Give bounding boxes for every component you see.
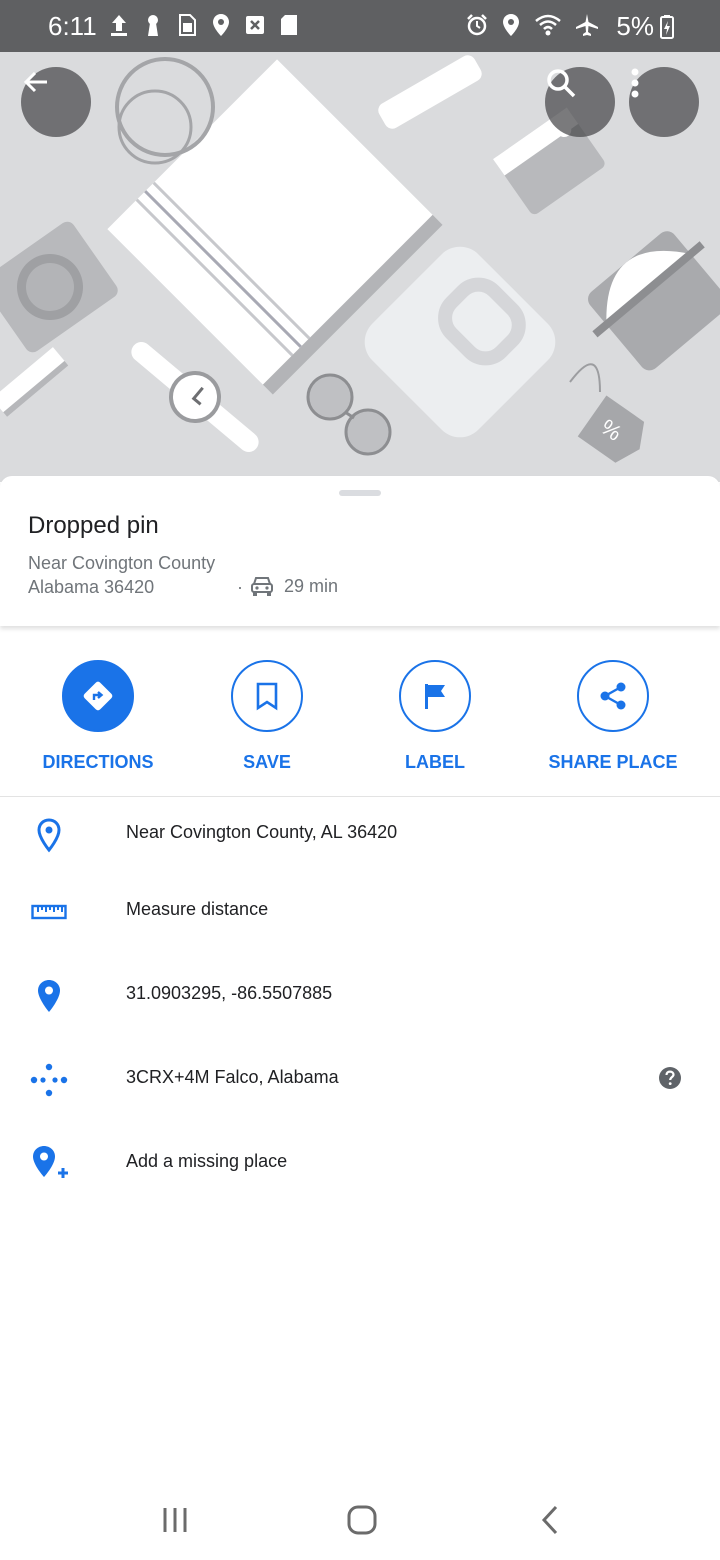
search-button[interactable]	[545, 67, 615, 137]
status-time: 6:11	[48, 11, 97, 41]
search-icon	[547, 69, 576, 98]
system-nav-bar	[0, 1480, 720, 1560]
alarm-icon	[467, 14, 487, 36]
save-button[interactable]: SAVE	[208, 660, 326, 773]
plus-code-row[interactable]: 3CRX+4M Falco, Alabama	[0, 1048, 720, 1108]
ruler-icon	[31, 904, 67, 920]
image-x-icon	[246, 16, 264, 34]
battery-charging-icon	[660, 14, 674, 39]
location-pin-icon	[38, 980, 60, 1012]
row-icon	[28, 1146, 70, 1182]
drive-time-text: 29 min	[284, 575, 339, 596]
action-bar: DIRECTIONS SAVE LABEL SHARE PLACE	[0, 656, 720, 797]
address-line-2: Alabama 36420	[28, 577, 155, 597]
label-circle	[399, 660, 471, 732]
help-icon[interactable]	[658, 1066, 682, 1090]
separator-dot: ·	[237, 577, 243, 597]
add-missing-place-row[interactable]: Add a missing place	[0, 1132, 720, 1192]
share-circle	[577, 660, 649, 732]
nav-back-icon[interactable]	[530, 1502, 570, 1538]
address-text: Near Covington County, AL 36420	[126, 822, 398, 842]
car-icon	[251, 577, 273, 596]
home-icon[interactable]	[342, 1502, 382, 1538]
location-outline-icon	[37, 818, 61, 853]
row-icon	[28, 894, 70, 930]
shopping-illustration: %	[0, 55, 720, 463]
more-vert-icon	[631, 68, 639, 98]
directions-button[interactable]: DIRECTIONS	[39, 660, 157, 773]
coordinates-row[interactable]: 31.0903295, -86.5507885	[0, 964, 720, 1024]
row-icon	[28, 978, 70, 1014]
flag-icon	[425, 684, 445, 709]
directions-icon	[83, 681, 113, 711]
row-icon	[28, 1062, 70, 1098]
upload-icon	[111, 15, 127, 36]
airplane-icon	[576, 14, 598, 36]
measure-distance-text: Measure distance	[126, 899, 269, 919]
address-row[interactable]: Near Covington County, AL 36420	[0, 803, 720, 863]
wifi-icon	[535, 14, 561, 36]
share-place-button[interactable]: SHARE PLACE	[543, 660, 683, 773]
label-button[interactable]: LABEL	[376, 660, 494, 773]
sd-card-icon	[281, 15, 297, 35]
address-line-1: Near Covington County	[28, 553, 216, 573]
arrow-back-icon	[23, 71, 47, 93]
status-right-icons	[466, 12, 600, 38]
plus-code-text: 3CRX+4M Falco, Alabama	[126, 1067, 339, 1087]
back-button[interactable]	[21, 67, 91, 137]
keyhole-icon	[148, 15, 158, 36]
location-icon	[213, 14, 229, 36]
label-label: LABEL	[405, 752, 465, 772]
row-icon	[28, 817, 70, 853]
drive-time[interactable]: 29 min	[250, 575, 338, 597]
share-icon	[600, 682, 626, 710]
add-location-icon	[33, 1146, 68, 1178]
directions-circle	[62, 660, 134, 732]
status-bar: 6:11 5%	[0, 0, 720, 52]
place-title: Dropped pin	[28, 512, 159, 539]
battery-percent: 5%	[616, 11, 654, 41]
save-circle	[231, 660, 303, 732]
save-label: SAVE	[243, 752, 291, 772]
location-icon	[503, 14, 519, 36]
bookmark-icon	[256, 682, 278, 711]
recents-icon[interactable]	[155, 1502, 195, 1538]
coordinates-text: 31.0903295, -86.5507885	[126, 983, 333, 1003]
drag-handle[interactable]	[339, 490, 381, 496]
share-place-label: SHARE PLACE	[548, 752, 678, 772]
place-sheet: Dropped pin Near Covington County Alabam…	[0, 476, 720, 626]
directions-label: DIRECTIONS	[42, 752, 154, 772]
add-missing-place-text: Add a missing place	[126, 1151, 288, 1171]
plus-code-icon	[30, 1063, 68, 1097]
more-options-button[interactable]	[629, 67, 699, 137]
measure-distance-row[interactable]: Measure distance	[0, 880, 720, 940]
sim-icon	[179, 14, 196, 36]
status-left-icons	[108, 12, 300, 38]
battery-status: 5%	[616, 11, 674, 42]
place-illustration: %	[0, 52, 720, 482]
